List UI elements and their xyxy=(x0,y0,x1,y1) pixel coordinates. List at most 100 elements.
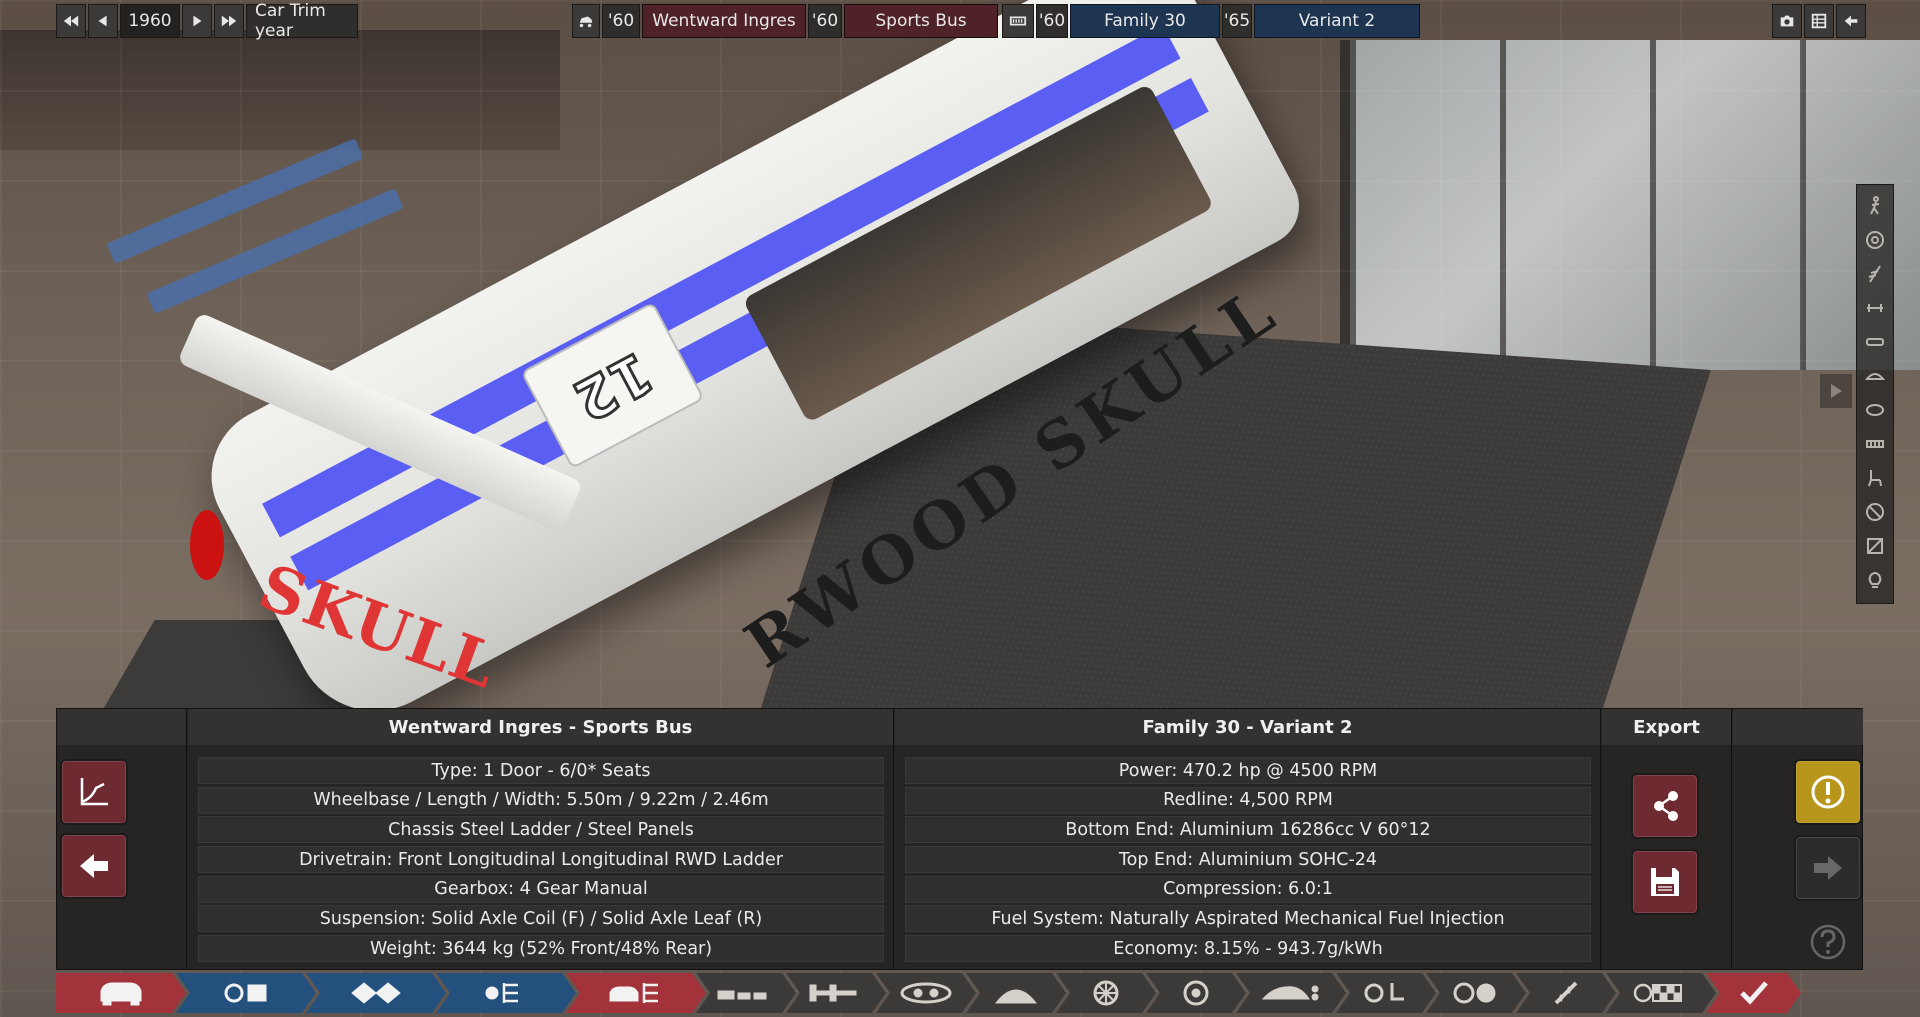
bumper-view-button[interactable] xyxy=(1861,328,1889,356)
family-name[interactable]: Family 30 xyxy=(1070,4,1220,38)
share-nodes-icon xyxy=(1654,791,1678,821)
nav-engine-tree[interactable] xyxy=(436,973,576,1013)
fast-forward-icon xyxy=(221,15,237,27)
panel-icon xyxy=(1867,538,1883,554)
rewind-button[interactable] xyxy=(56,4,86,38)
nav-trim-files[interactable] xyxy=(306,973,446,1013)
spreadsheet-icon xyxy=(1811,13,1827,29)
nav-engine[interactable] xyxy=(876,973,976,1013)
play-button[interactable] xyxy=(182,4,212,38)
engine-icon xyxy=(894,979,958,1007)
step-back-button[interactable] xyxy=(88,4,118,38)
nav-brakes[interactable] xyxy=(1146,973,1246,1013)
car-stat-dimensions: Wheelbase / Length / Width: 5.50m / 9.22… xyxy=(198,786,884,814)
car-model-button[interactable] xyxy=(572,4,600,38)
nav-car-trim-tree[interactable] xyxy=(566,973,706,1013)
wheel-icon xyxy=(1866,231,1884,249)
safety-icon xyxy=(1444,979,1508,1007)
pedestrian-view-button[interactable] xyxy=(1861,192,1889,220)
suspension-icon xyxy=(1868,265,1881,283)
engine-stat-redline: Redline: 4,500 RPM xyxy=(905,786,1591,814)
nav-model-files[interactable] xyxy=(176,973,316,1013)
export-share-button[interactable] xyxy=(1631,773,1699,839)
car-stat-drivetrain: Drivetrain: Front Longitudinal Longitudi… xyxy=(198,846,884,874)
nav-finish[interactable] xyxy=(1706,973,1801,1013)
taillight xyxy=(190,510,224,580)
brakes-icon xyxy=(1164,979,1228,1007)
step-back-icon xyxy=(98,15,107,27)
trim-year: '60 xyxy=(808,4,842,38)
body-fixtures-icon xyxy=(714,979,778,1007)
pedestrian-icon xyxy=(1870,196,1880,215)
nav-aero[interactable] xyxy=(1236,973,1346,1013)
nav-interior[interactable] xyxy=(1336,973,1436,1013)
panel-head-left xyxy=(57,709,187,745)
engine-block-icon xyxy=(1009,16,1027,26)
engine-stat-power: Power: 470.2 hp @ 4500 RPM xyxy=(905,757,1591,784)
panel-view-button[interactable] xyxy=(1861,532,1889,560)
nav-car-body[interactable] xyxy=(56,973,186,1013)
car-stat-chassis: Chassis Steel Ladder / Steel Panels xyxy=(198,816,884,844)
warnings-button[interactable] xyxy=(1794,759,1862,825)
back-button[interactable] xyxy=(1836,4,1866,38)
engine-stat-economy: Economy: 8.15% - 943.7g/kWh xyxy=(905,935,1591,963)
next-button[interactable] xyxy=(1794,835,1862,901)
wheel-view-button[interactable] xyxy=(1861,226,1889,254)
nav-body-fixtures[interactable] xyxy=(696,973,796,1013)
grille-icon xyxy=(1866,440,1884,448)
play-icon xyxy=(193,15,202,27)
side-toolbar xyxy=(1856,184,1894,604)
camera-icon xyxy=(1780,15,1794,27)
axle-icon xyxy=(1867,304,1883,312)
help-button[interactable] xyxy=(1794,909,1862,975)
hide-parts-button[interactable] xyxy=(1861,498,1889,526)
engine-tree-icon xyxy=(474,979,538,1007)
suspension-view-button[interactable] xyxy=(1861,260,1889,288)
car-body-icon xyxy=(89,979,153,1007)
nav-safety[interactable] xyxy=(1426,973,1526,1013)
hood-view-button[interactable] xyxy=(1861,362,1889,390)
top-bar: 1960 Car Trim year '60 Wentward Ingres '… xyxy=(56,1,1866,41)
seat-icon xyxy=(1868,470,1882,487)
graph-axes-icon xyxy=(80,778,108,806)
spreadsheet-button[interactable] xyxy=(1804,4,1834,38)
screenshot-button[interactable] xyxy=(1772,4,1802,38)
light-bulb-icon xyxy=(1868,572,1882,588)
variant-name[interactable]: Variant 2 xyxy=(1254,4,1420,38)
model-files-icon xyxy=(214,979,278,1007)
model-name[interactable]: Wentward Ingres xyxy=(642,4,806,38)
save-button[interactable] xyxy=(1631,849,1699,915)
engine-header: Family 30 - Variant 2 xyxy=(895,709,1601,745)
forward-arrow-icon xyxy=(1814,856,1842,880)
grille-view-button[interactable] xyxy=(1861,430,1889,458)
car-trim-tree-icon xyxy=(604,979,668,1007)
gearbox-icon xyxy=(984,979,1048,1007)
nav-chassis[interactable] xyxy=(786,973,886,1013)
chassis-icon xyxy=(804,979,868,1007)
panel-right-column xyxy=(1733,745,1863,969)
seat-view-button[interactable] xyxy=(1861,464,1889,492)
fast-forward-button[interactable] xyxy=(214,4,244,38)
export-header: Export xyxy=(1602,709,1732,745)
nav-gearbox[interactable] xyxy=(966,973,1066,1013)
nav-testing[interactable] xyxy=(1606,973,1716,1013)
lighting-button[interactable] xyxy=(1861,566,1889,594)
trim-name[interactable]: Sports Bus xyxy=(844,4,998,38)
nav-wheels[interactable] xyxy=(1056,973,1156,1013)
interior-icon xyxy=(1354,979,1418,1007)
rewind-icon xyxy=(63,15,79,27)
headlight-view-button[interactable] xyxy=(1861,396,1889,424)
engine-stat-compression: Compression: 6.0:1 xyxy=(905,875,1591,903)
chart-button[interactable] xyxy=(60,759,128,825)
family-year: '60 xyxy=(1036,4,1068,38)
axle-view-button[interactable] xyxy=(1861,294,1889,322)
engine-family-button[interactable] xyxy=(1002,4,1034,38)
previous-button[interactable] xyxy=(60,833,128,899)
exclamation-icon xyxy=(1811,775,1845,809)
car-icon xyxy=(579,16,593,28)
expand-side-panel-button[interactable] xyxy=(1820,374,1852,408)
chevron-right-icon xyxy=(1831,384,1842,398)
car-stat-type: Type: 1 Door - 6/0* Seats xyxy=(198,757,884,784)
nav-tuning[interactable] xyxy=(1516,973,1616,1013)
car-stats-list: Type: 1 Door - 6/0* Seats Wheelbase / Le… xyxy=(198,757,884,965)
